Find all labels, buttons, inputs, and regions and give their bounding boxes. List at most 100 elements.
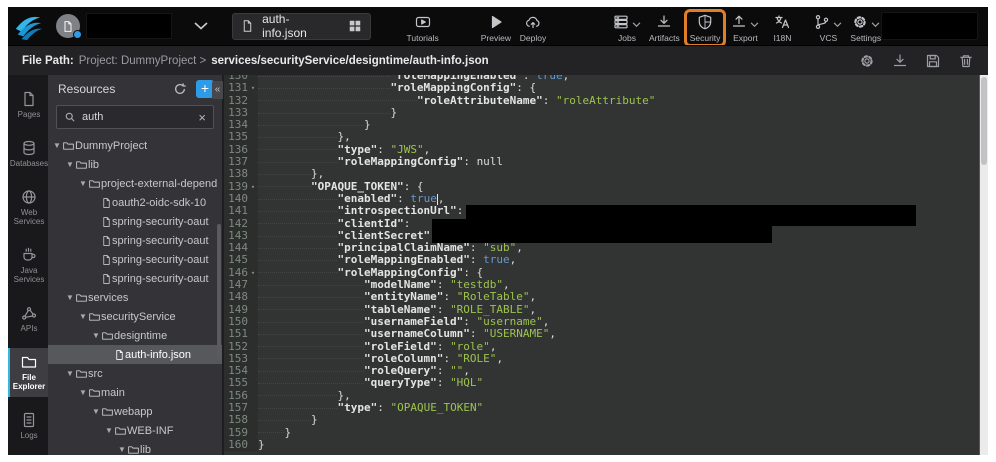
tree-item-lib[interactable]: ▼lib [48, 155, 222, 174]
tree-item-designtime[interactable]: ▼designtime [48, 326, 222, 345]
toolbar-button-artifacts[interactable]: Artifacts [649, 13, 680, 43]
toolbar-button-preview[interactable]: Preview [481, 13, 511, 43]
gutter-spacer [248, 242, 258, 254]
download-icon[interactable] [892, 53, 908, 69]
chevron-down-icon[interactable] [632, 22, 641, 30]
wavemaker-logo[interactable] [8, 7, 48, 45]
refresh-icon[interactable] [173, 82, 187, 96]
toolbar-button-jobs[interactable]: Jobs [612, 13, 642, 43]
clear-search-icon[interactable]: × [198, 111, 206, 124]
tree-scrollbar[interactable] [217, 224, 221, 359]
expand-arrow-icon[interactable]: ▼ [91, 407, 101, 416]
code-line-145[interactable]: 145"roleMappingEnabled": true, [224, 254, 979, 266]
gear-icon[interactable] [859, 53, 875, 69]
expand-arrow-icon[interactable]: ▼ [91, 331, 101, 340]
code-line-149[interactable]: 149"tableName": "ROLE_TABLE", [224, 304, 979, 316]
toolbar-button-deploy[interactable]: Deploy [518, 13, 548, 43]
expand-arrow-icon[interactable]: ▼ [104, 426, 114, 435]
code-line-135[interactable]: 135}, [224, 131, 979, 143]
project-selector[interactable] [56, 13, 208, 39]
chevron-down-icon[interactable] [750, 22, 759, 30]
tree-item-spring-security-oaut[interactable]: spring-security-oaut [48, 269, 222, 288]
expand-arrow-icon[interactable]: ▼ [78, 388, 88, 397]
code-line-153[interactable]: 153"roleColumn": "ROLE", [224, 353, 979, 365]
tree-item-oauth2-oidc-sdk-10[interactable]: oauth2-oidc-sdk-10 [48, 193, 222, 212]
editor-scrollbar-thumb[interactable] [981, 77, 987, 165]
sidebar-item-logs[interactable]: Logs [8, 406, 48, 446]
tree-item-spring-security-oaut[interactable]: spring-security-oaut [48, 212, 222, 231]
toolbar-actions: Tutorials PreviewDeploy JobsArtifactsSecur… [399, 8, 881, 44]
expand-arrow-icon[interactable]: ▼ [78, 179, 88, 188]
open-file-tab[interactable]: auth-info.json [232, 13, 371, 40]
indent-guide [258, 358, 364, 359]
code-line-133[interactable]: 133} [224, 107, 979, 119]
trash-icon[interactable] [958, 53, 974, 69]
sidebar-item-web-services[interactable]: Web Services [8, 183, 48, 232]
code-line-150[interactable]: 150"usernameField": "username", [224, 316, 979, 328]
gutter-spacer [248, 377, 258, 389]
toolbar-button-vcs[interactable]: VCS [813, 13, 843, 43]
code-line-157[interactable]: 157"type": "OPAQUE_TOKEN" [224, 402, 979, 414]
expand-arrow-icon[interactable]: ▼ [65, 293, 75, 302]
tree-item-project-external-depend[interactable]: ▼project-external-depend [48, 174, 222, 193]
tree-item-lib[interactable]: ▼lib [48, 440, 222, 455]
fold-marker-icon[interactable]: ▾ [248, 267, 258, 279]
code-token: "queryType" [364, 377, 437, 389]
code-line-152[interactable]: 152"roleField": "role", [224, 341, 979, 353]
tree-item-dummyproject[interactable]: ▼DummyProject [48, 136, 222, 155]
code-line-138[interactable]: 138}, [224, 168, 979, 180]
tree-item-main[interactable]: ▼main [48, 383, 222, 402]
sidebar-item-pages[interactable]: Pages [8, 85, 48, 125]
folder-icon [62, 140, 75, 152]
code-line-137[interactable]: 137"roleMappingConfig": null [224, 156, 979, 168]
sidebar-item-file-explorer[interactable]: File Explorer [8, 348, 48, 397]
collapse-panel-icon[interactable]: « [212, 81, 223, 99]
code-line-158[interactable]: 158} [224, 414, 979, 426]
code-line-130[interactable]: 130"roleMappingEnabled": true, [224, 75, 979, 82]
search-input[interactable] [82, 111, 198, 123]
fold-marker-icon[interactable]: ▾ [248, 181, 258, 193]
toolbar-button-i18n[interactable]: I18N [767, 13, 797, 43]
tree-item-src[interactable]: ▼ src [48, 364, 222, 383]
fold-marker-icon[interactable]: ▾ [248, 82, 258, 94]
expand-arrow-icon[interactable]: ▼ [78, 312, 88, 321]
tree-item-webapp[interactable]: ▼webapp [48, 402, 222, 421]
expand-arrow-icon[interactable]: ▼ [117, 445, 127, 454]
toolbar-button-settings[interactable]: Settings [850, 13, 881, 43]
grid-icon[interactable] [348, 19, 362, 33]
top-toolbar: auth-info.json Tutorials PreviewDeploy Job… [8, 7, 988, 45]
tree-item-web-inf[interactable]: ▼WEB-INF [48, 421, 222, 440]
code-line-151[interactable]: 151"usernameColumn": "USERNAME", [224, 328, 979, 340]
expand-arrow-icon[interactable]: ▼ [65, 369, 75, 378]
tree-item-label: src [88, 368, 103, 380]
code-editor[interactable]: 130"roleMappingEnabled": true,131▾"roleM… [224, 75, 988, 455]
toolbar-button-tutorials[interactable]: Tutorials [406, 13, 438, 43]
code-line-148[interactable]: 148"entityName": "RoleTable", [224, 291, 979, 303]
code-line-131[interactable]: 131▾"roleMappingConfig": { [224, 82, 979, 94]
sidebar-item-apis[interactable]: APIs [8, 299, 48, 339]
chevron-down-icon[interactable] [871, 22, 880, 30]
expand-arrow-icon[interactable]: ▼ [65, 160, 75, 169]
tree-item-spring-security-oaut[interactable]: spring-security-oaut [48, 250, 222, 269]
code-line-155[interactable]: 155"queryType": "HQL" [224, 377, 979, 389]
chevron-down-icon[interactable] [194, 22, 208, 30]
tree-item-securityservice[interactable]: ▼securityService [48, 307, 222, 326]
tree-item-services[interactable]: ▼services [48, 288, 222, 307]
save-icon[interactable] [925, 53, 941, 69]
tree-item-auth-info-json[interactable]: auth-info.json [48, 345, 222, 364]
toolbar-button-security[interactable]: Security [687, 12, 724, 44]
code-line-154[interactable]: 154"roleQuery": "", [224, 365, 979, 377]
expand-arrow-icon[interactable]: ▼ [52, 141, 62, 150]
code-line-160[interactable]: 160} [224, 439, 979, 451]
code-line-146[interactable]: 146▾"roleMappingConfig": { [224, 267, 979, 279]
sidebar-item-java-services[interactable]: Java Services [8, 241, 48, 290]
gutter-spacer [248, 168, 258, 180]
toolbar-button-export[interactable]: Export [730, 13, 760, 43]
tree-item-spring-security-oaut[interactable]: spring-security-oaut [48, 231, 222, 250]
chevron-down-icon[interactable] [833, 22, 842, 30]
code-line-147[interactable]: 147"modelName": "testdb", [224, 279, 979, 291]
code-line-132[interactable]: 132"roleAttributeName": "roleAttribute" [224, 95, 979, 107]
editor-scrollbar[interactable] [979, 75, 988, 455]
sidebar-item-databases[interactable]: Databases [8, 134, 48, 174]
code-line-159[interactable]: 159} [224, 427, 979, 439]
